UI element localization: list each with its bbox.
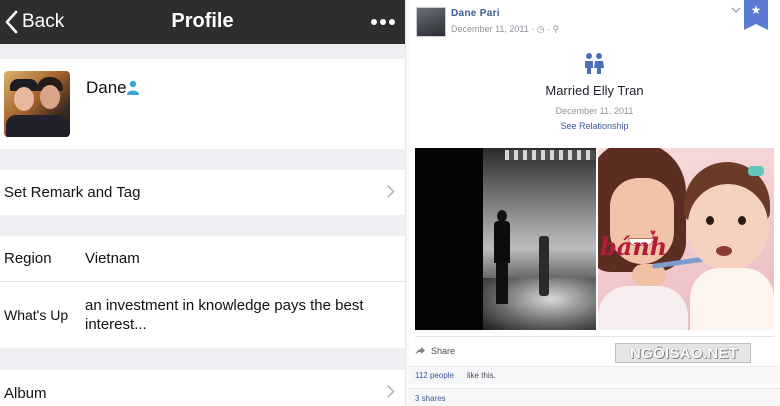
chevron-right-icon bbox=[386, 184, 395, 199]
photo-caption-text: bánh bbox=[600, 232, 668, 261]
chevron-left-icon bbox=[5, 10, 18, 34]
more-dots-icon[interactable] bbox=[367, 12, 399, 32]
dot bbox=[380, 19, 386, 25]
avatar[interactable] bbox=[4, 71, 70, 137]
watermark: NGÔISAO.NET bbox=[615, 343, 751, 363]
wedding-photo[interactable] bbox=[415, 148, 596, 330]
region-value: Vietnam bbox=[85, 250, 140, 267]
navigation-bar: Back Profile bbox=[0, 0, 405, 44]
shares-count-link[interactable]: 3 shares bbox=[415, 394, 446, 403]
region-label: Region bbox=[4, 250, 52, 267]
likes-count-link[interactable]: 112 people bbox=[415, 371, 454, 380]
shares-row: 3 shares bbox=[409, 388, 780, 406]
figure-legs bbox=[496, 262, 508, 304]
whats-up-label: What's Up bbox=[4, 307, 69, 323]
photo-detail bbox=[738, 216, 746, 225]
bookmark-ribbon[interactable]: ★ bbox=[744, 0, 768, 30]
poster-name[interactable]: Dane Pari bbox=[451, 8, 500, 19]
background-figure bbox=[539, 236, 549, 296]
dot bbox=[389, 19, 395, 25]
chevron-down-icon[interactable] bbox=[731, 6, 741, 14]
share-button[interactable]: Share bbox=[415, 344, 455, 358]
figure-body bbox=[494, 221, 510, 263]
poster-avatar[interactable] bbox=[416, 7, 446, 37]
photo-detail bbox=[690, 268, 774, 330]
relationship-title: Married Elly Tran bbox=[545, 83, 644, 98]
share-icon bbox=[415, 347, 425, 355]
photo-detail bbox=[748, 166, 764, 176]
likes-text: like this. bbox=[467, 371, 496, 380]
likes-row: 112 people like this. bbox=[409, 366, 780, 384]
profile-header-card: Dane bbox=[0, 59, 405, 149]
mother-baby-photo[interactable]: bánh ♥ bbox=[598, 148, 774, 330]
heart-icon: ♥ bbox=[650, 228, 656, 239]
couple-icon bbox=[585, 53, 604, 74]
photo-detail bbox=[688, 184, 768, 270]
groom-figure bbox=[493, 210, 511, 305]
divider bbox=[0, 281, 405, 282]
album-label: Album bbox=[4, 385, 47, 402]
photo-detail bbox=[598, 286, 688, 330]
whats-up-value: an investment in knowledge pays the best… bbox=[85, 297, 364, 333]
dot bbox=[371, 19, 377, 25]
relationship-date: December 11, 2011 bbox=[555, 106, 634, 116]
photo-detail bbox=[716, 246, 732, 256]
stage-lights bbox=[505, 150, 595, 160]
back-button[interactable]: Back bbox=[4, 8, 64, 36]
male-person-icon bbox=[127, 80, 139, 95]
see-relationship-link[interactable]: See Relationship bbox=[409, 121, 780, 131]
post-date: December 11, 2011 · ◷ · ⚲ bbox=[451, 24, 560, 34]
set-remark-and-tag-row[interactable]: Set Remark and Tag bbox=[0, 170, 405, 215]
back-label: Back bbox=[22, 11, 65, 32]
divider bbox=[415, 336, 774, 337]
avatar-detail bbox=[6, 115, 68, 137]
chevron-right-icon bbox=[386, 384, 395, 399]
watermark-text: NGÔISAO.NET bbox=[629, 345, 739, 362]
star-icon: ★ bbox=[750, 3, 762, 17]
avatar-detail bbox=[40, 85, 60, 109]
share-label: Share bbox=[431, 346, 456, 356]
avatar-detail bbox=[14, 87, 34, 111]
profile-screen: Back Profile Dane Set Remark and Tag Reg… bbox=[0, 0, 405, 406]
profile-name: Dane bbox=[86, 78, 127, 97]
set-remark-label: Set Remark and Tag bbox=[4, 184, 141, 201]
info-card: Region Vietnam What's Up an investment i… bbox=[0, 236, 405, 348]
facebook-post: Dane Pari December 11, 2011 · ◷ · ⚲ ★ Ma… bbox=[409, 0, 780, 406]
photo-detail bbox=[706, 216, 714, 225]
album-row[interactable]: Album bbox=[0, 370, 405, 406]
